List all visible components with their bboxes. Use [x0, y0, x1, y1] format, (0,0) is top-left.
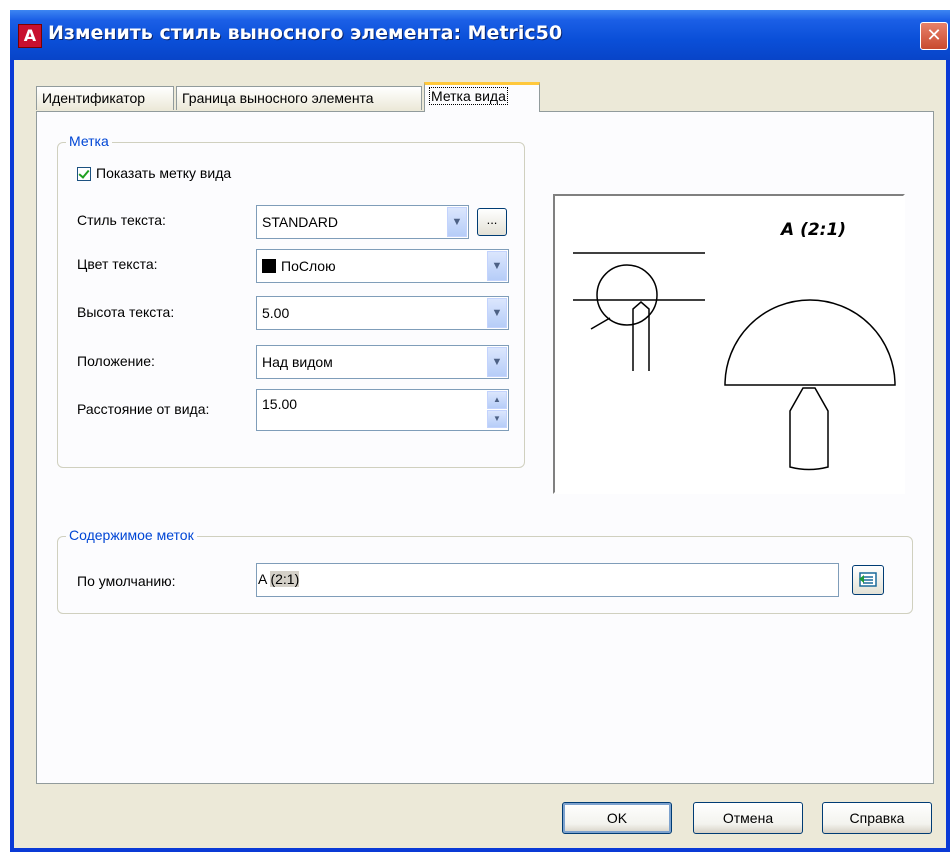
- autocad-app-icon: A: [18, 24, 42, 48]
- chevron-down-icon[interactable]: ▼: [487, 298, 507, 328]
- insert-field-icon: [859, 572, 877, 587]
- dialog-title: Изменить стиль выносного элемента: Metri…: [48, 22, 563, 44]
- position-select[interactable]: Над видом ▼: [256, 345, 509, 379]
- label-group-title: Метка: [66, 133, 112, 149]
- preview-image: A (2:1): [553, 194, 905, 494]
- label-content-group: Содержимое меток По умолчанию: A (2:1): [57, 527, 913, 614]
- default-content-input[interactable]: A (2:1): [256, 563, 839, 597]
- distance-value: 15.00: [262, 396, 298, 412]
- tab-view-label[interactable]: Метка вида: [424, 82, 540, 112]
- tab-identifier-label: Идентификатор: [42, 90, 146, 106]
- text-color-value: ПоСлою: [281, 258, 336, 274]
- position-value: Над видом: [262, 354, 333, 370]
- default-label: По умолчанию:: [77, 573, 176, 589]
- tab-detail-boundary[interactable]: Граница выносного элемента: [176, 86, 422, 110]
- label-group: Метка Показать метку вида Стиль текста: …: [57, 133, 525, 468]
- color-swatch: [262, 259, 276, 273]
- text-style-browse-button[interactable]: ...: [477, 208, 507, 236]
- label-content-group-title: Содержимое меток: [66, 527, 197, 543]
- tab-identifier[interactable]: Идентификатор: [36, 86, 174, 110]
- show-label-checkbox[interactable]: [77, 167, 91, 181]
- dialog-client-area: Идентификатор Граница выносного элемента…: [14, 60, 946, 848]
- text-height-value: 5.00: [262, 305, 290, 321]
- spin-up-icon[interactable]: ▲: [487, 391, 507, 409]
- title-bar[interactable]: A Изменить стиль выносного элемента: Met…: [10, 10, 950, 60]
- distance-spinner[interactable]: 15.00 ▲ ▼: [256, 389, 509, 431]
- text-height-label: Высота текста:: [77, 304, 175, 320]
- show-label-text: Показать метку вида: [96, 165, 232, 181]
- chevron-down-icon[interactable]: ▼: [487, 347, 507, 377]
- text-style-value: STANDARD: [262, 214, 338, 230]
- default-content-prefix: A: [258, 571, 267, 587]
- tab-view-label-label: Метка вида: [429, 87, 508, 105]
- detail-preview-drawing: [573, 252, 896, 471]
- ok-button[interactable]: OK: [562, 802, 672, 834]
- text-color-label: Цвет текста:: [77, 256, 158, 272]
- cancel-button[interactable]: Отмена: [693, 802, 803, 834]
- tab-panel: Метка Показать метку вида Стиль текста: …: [36, 111, 934, 784]
- dialog-window: A Изменить стиль выносного элемента: Met…: [10, 10, 950, 852]
- text-style-select[interactable]: STANDARD ▼: [256, 205, 469, 239]
- help-button[interactable]: Справка: [822, 802, 932, 834]
- distance-label: Расстояние от вида:: [77, 401, 210, 417]
- position-label: Положение:: [77, 353, 155, 369]
- close-button[interactable]: ✕: [920, 22, 948, 50]
- insert-field-button[interactable]: [852, 565, 884, 595]
- chevron-down-icon[interactable]: ▼: [447, 207, 467, 237]
- text-color-select[interactable]: ПоСлою ▼: [256, 249, 509, 283]
- text-height-select[interactable]: 5.00 ▼: [256, 296, 509, 330]
- tab-detail-boundary-label: Граница выносного элемента: [182, 90, 374, 106]
- chevron-down-icon[interactable]: ▼: [487, 251, 507, 281]
- preview-view-label: A (2:1): [781, 220, 847, 240]
- spin-down-icon[interactable]: ▼: [487, 410, 507, 428]
- default-content-field: (2:1): [270, 571, 300, 587]
- spinner-buttons[interactable]: ▲ ▼: [487, 391, 507, 429]
- text-style-label: Стиль текста:: [77, 212, 166, 228]
